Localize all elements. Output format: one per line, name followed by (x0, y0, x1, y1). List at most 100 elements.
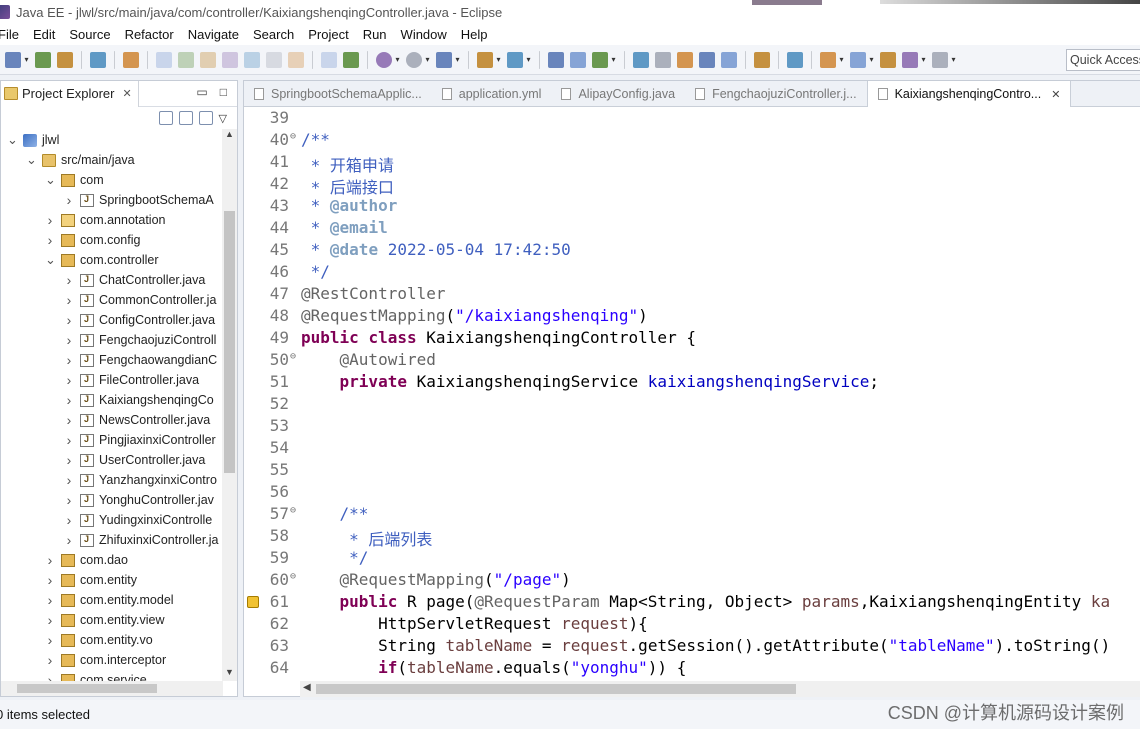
tree-item-java-file[interactable]: › NewsController.java (64, 410, 211, 430)
menu-search[interactable]: Search (253, 27, 294, 42)
chevron-down-icon[interactable]: ▾ (610, 52, 617, 68)
save-icon[interactable] (35, 51, 51, 68)
tree-item-java-file[interactable]: › YudingxinxiControlle (64, 510, 213, 530)
code-line[interactable]: 40 ⊖/** (244, 130, 1140, 152)
chevron-right-icon[interactable]: › (64, 272, 74, 288)
last-edit-icon[interactable] (880, 51, 896, 68)
chevron-right-icon[interactable]: › (45, 572, 55, 588)
chevron-right-icon[interactable]: › (45, 612, 55, 628)
editor-horizontal-scrollbar[interactable]: ◀ (300, 681, 1140, 697)
code-line[interactable]: 39 (244, 108, 1140, 130)
block-select-icon[interactable] (721, 51, 737, 68)
editor-tab[interactable]: AlipayConfig.java (551, 81, 685, 107)
chevron-down-icon[interactable]: ▾ (495, 52, 502, 68)
editor-tab[interactable]: FengchaojuziController.j... (685, 81, 867, 107)
chevron-right-icon[interactable]: › (64, 412, 74, 428)
quick-access-input[interactable]: Quick Access (1066, 49, 1140, 71)
tree-item-package[interactable]: › com.dao (45, 550, 128, 570)
new-class-icon[interactable] (507, 51, 523, 68)
fold-toggle-icon[interactable]: ⊖ (290, 571, 298, 582)
tree-item-package[interactable]: › com.entity.model (45, 590, 174, 610)
editor-tab[interactable]: application.yml (432, 81, 552, 107)
tree-item-java-file[interactable]: › KaixiangshenqingCo (64, 390, 214, 410)
chevron-right-icon[interactable]: › (45, 592, 55, 608)
chevron-down-icon[interactable]: ▾ (920, 52, 927, 68)
skip-breakpoints-icon[interactable] (787, 51, 803, 68)
chevron-down-icon[interactable]: ▾ (525, 52, 532, 68)
menu-run[interactable]: Run (363, 27, 387, 42)
tree-item-java-file[interactable]: › ChatController.java (64, 270, 206, 290)
chevron-down-icon[interactable]: ▽ (219, 112, 227, 125)
chevron-right-icon[interactable]: › (64, 512, 74, 528)
tree-item-java-file[interactable]: › FengchaojuziControll (64, 330, 217, 350)
code-line[interactable]: 43 * @author (244, 196, 1140, 218)
prev-annotation-icon[interactable] (850, 51, 866, 68)
code-line[interactable]: 50 ⊖ @Autowired (244, 350, 1140, 372)
close-icon[interactable]: ✕ (122, 87, 131, 100)
tree-item-project[interactable]: ⌄ jlwl (7, 130, 59, 150)
chevron-down-icon[interactable]: ▾ (394, 52, 401, 68)
open-view-icon[interactable] (90, 51, 106, 68)
scrollbar-thumb[interactable] (224, 211, 235, 473)
close-icon[interactable]: ✕ (1051, 88, 1060, 101)
chevron-right-icon[interactable]: › (45, 212, 55, 228)
code-line[interactable]: 46 */ (244, 262, 1140, 284)
tree-item-java-file[interactable]: › YonghuController.jav (64, 490, 214, 510)
external-tools-icon[interactable] (436, 51, 452, 68)
tree-item-package[interactable]: › com.entity (45, 570, 137, 590)
step-return-icon[interactable] (288, 51, 304, 68)
menu-window[interactable]: Window (401, 27, 447, 42)
tree-item-package[interactable]: › com.entity.view (45, 610, 165, 630)
terminate-icon[interactable] (200, 51, 216, 68)
chevron-right-icon[interactable]: › (64, 292, 74, 308)
chevron-right-icon[interactable]: › (64, 392, 74, 408)
chevron-down-icon[interactable]: ▾ (950, 52, 957, 68)
chevron-right-icon[interactable]: › (64, 532, 74, 548)
tree-item-java-file[interactable]: › FengchaowangdianC (64, 350, 217, 370)
tree-item-package[interactable]: ⌄ com (45, 170, 104, 190)
code-line[interactable]: 58 * 后端列表 (244, 526, 1140, 549)
use-step-filters-icon[interactable] (343, 51, 359, 68)
chevron-down-icon[interactable]: ▾ (868, 52, 875, 68)
chevron-right-icon[interactable]: › (45, 632, 55, 648)
step-into-icon[interactable] (244, 51, 260, 68)
code-line[interactable]: 64 if(tableName.equals("yonghu")) { (244, 658, 1140, 680)
editor-tab[interactable]: SpringbootSchemaApplic... (244, 81, 432, 107)
tree-item-java-file[interactable]: › ZhifuxinxiController.ja (64, 530, 219, 550)
tree-item-package[interactable]: › com.annotation (45, 210, 166, 230)
tree-item-java-file[interactable]: › CommonController.ja (64, 290, 217, 310)
code-line[interactable]: 51 private KaixiangshenqingService kaixi… (244, 372, 1140, 394)
tree-item-java-file[interactable]: › ConfigController.java (64, 310, 215, 330)
code-line[interactable]: 42 * 后端接口 (244, 174, 1140, 197)
scrollbar-thumb[interactable] (17, 684, 157, 693)
chevron-right-icon[interactable]: › (45, 552, 55, 568)
code-line[interactable]: 48 @RequestMapping("/kaixiangshenqing") (244, 306, 1140, 328)
tab-project-explorer[interactable]: Project Explorer ✕ (1, 80, 139, 107)
code-area[interactable]: 39 40 ⊖/** 41 * 开箱申请 42 * 后端接口 43 * @author 44… (244, 107, 1140, 682)
menu-edit[interactable]: Edit (33, 27, 55, 42)
scroll-left-icon[interactable]: ◀ (303, 682, 311, 693)
code-line[interactable]: 49 public class KaixiangshenqingControlle… (244, 328, 1140, 350)
tree-item-java-file[interactable]: › FileController.java (64, 370, 199, 390)
quick-fix-icon[interactable] (677, 51, 693, 68)
menu-navigate[interactable]: Navigate (188, 27, 239, 42)
code-line[interactable]: 54 (244, 438, 1140, 460)
chevron-down-icon[interactable]: ▾ (838, 52, 845, 68)
step-over-icon[interactable] (266, 51, 282, 68)
chevron-right-icon[interactable]: › (64, 472, 74, 488)
menu-source[interactable]: Source (69, 27, 110, 42)
fold-toggle-icon[interactable]: ⊖ (290, 351, 298, 362)
tree-item-srcfolder[interactable]: ⌄ src/main/java (26, 150, 135, 170)
tree-item-package[interactable]: › com.config (45, 230, 141, 250)
code-line[interactable]: 57 ⊖ /** (244, 504, 1140, 526)
code-line[interactable]: 44 * @email (244, 218, 1140, 240)
globe-icon[interactable] (754, 51, 770, 68)
code-line[interactable]: 52 (244, 394, 1140, 416)
maximize-icon[interactable]: □ (220, 85, 227, 99)
chevron-right-icon[interactable]: › (64, 312, 74, 328)
scroll-up-icon[interactable]: ▲ (222, 129, 237, 143)
chevron-right-icon[interactable]: › (64, 192, 74, 208)
chevron-down-icon[interactable]: ⌄ (7, 132, 18, 148)
chevron-right-icon[interactable]: › (45, 672, 55, 681)
tree-item-package[interactable]: › com.service (45, 670, 147, 681)
